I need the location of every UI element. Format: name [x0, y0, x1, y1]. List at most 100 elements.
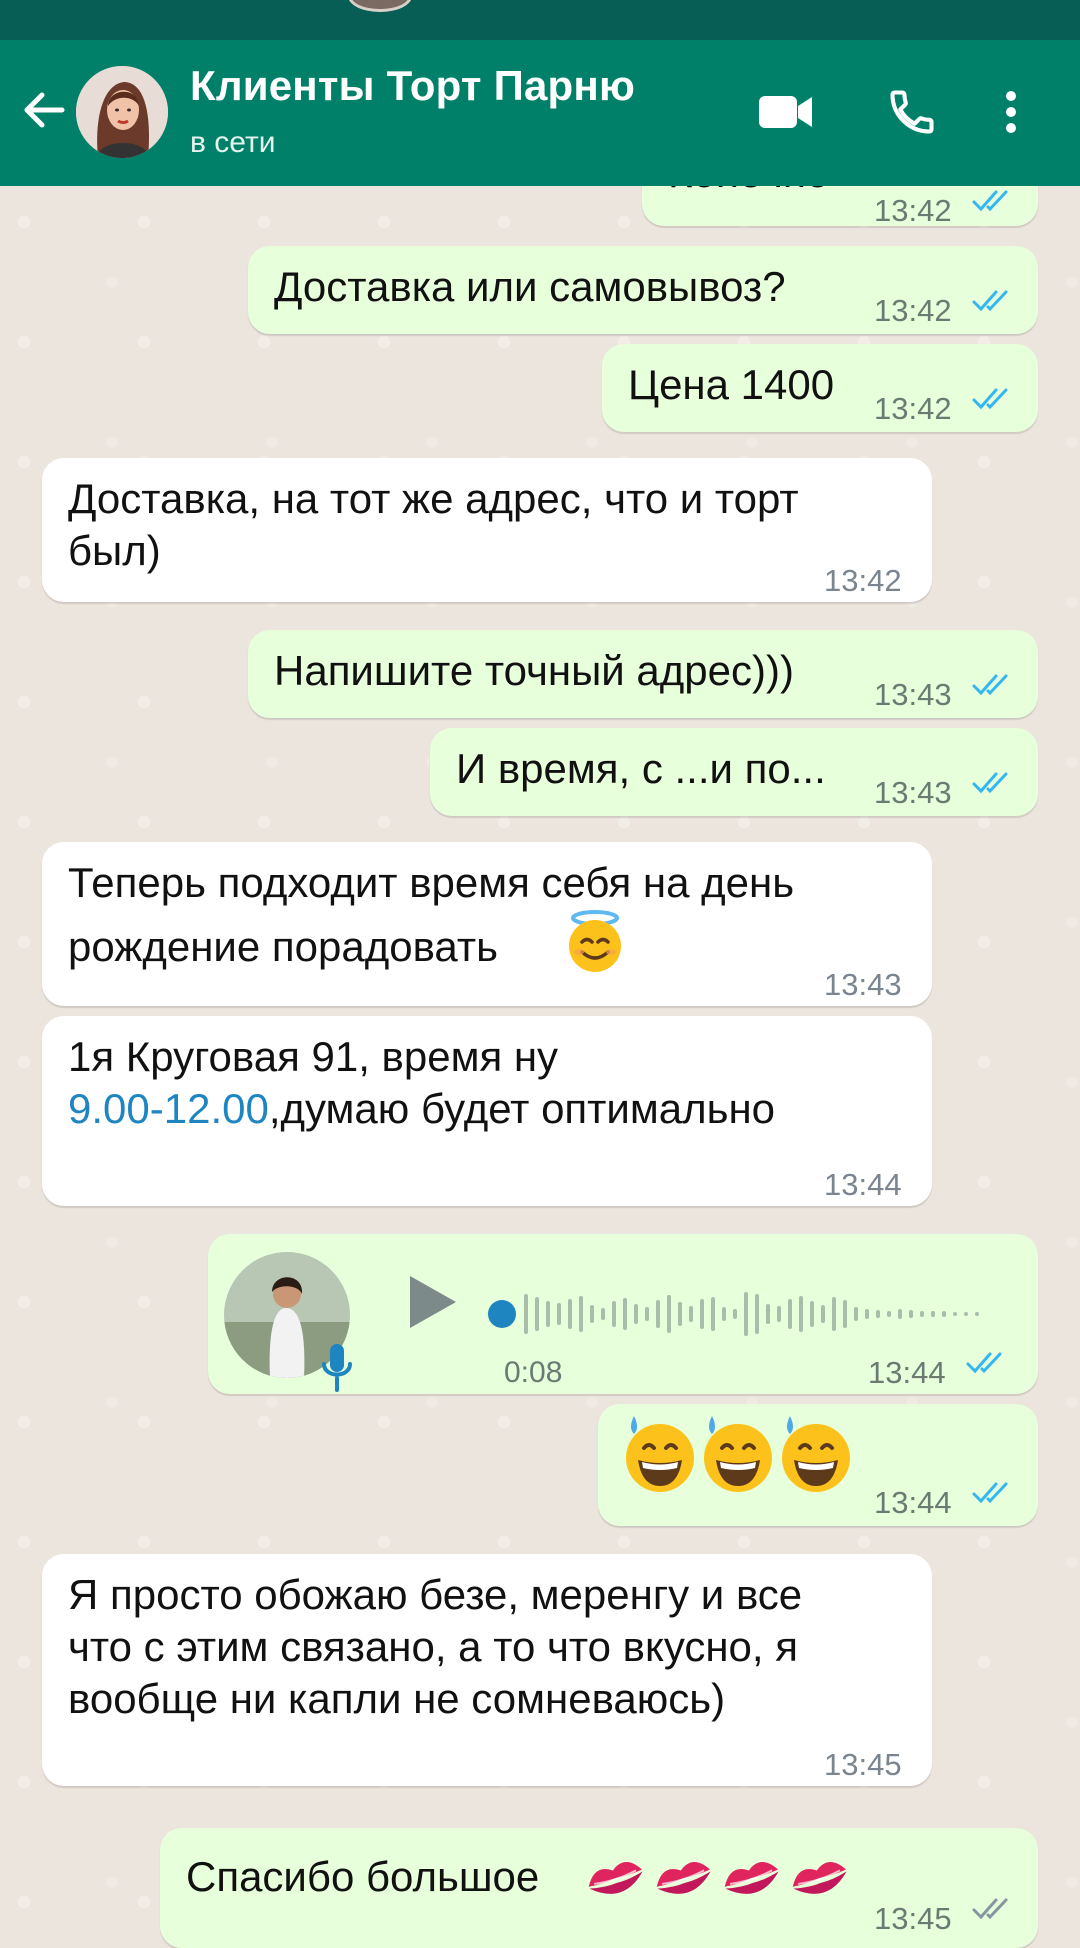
grinning-face-with-sweat-icon [622, 1414, 856, 1507]
more-options-icon[interactable] [986, 76, 1036, 148]
waveform-bar [920, 1311, 924, 1317]
message-text-line: Доставка, на тот же адрес, что и торт [68, 475, 799, 522]
voice-call-icon[interactable] [876, 76, 948, 148]
waveform-bar [689, 1306, 693, 1322]
message-text: Конечно [668, 186, 829, 200]
message-bubble[interactable]: 1я Круговая 91, время ну 9.00-12.00,дума… [42, 1016, 932, 1206]
message-text: Цена 1400 [628, 361, 835, 408]
double-check-icon [972, 290, 1008, 312]
message-text: Доставка или самовывоз? [274, 263, 786, 310]
waveform-bar [546, 1301, 550, 1327]
message-time: 13:43 [874, 775, 952, 810]
waveform-bar [744, 1292, 748, 1336]
waveform-bar [656, 1300, 660, 1328]
contact-status: в сети [190, 126, 276, 159]
grinning-face-with-sweat-icon [626, 1416, 694, 1492]
message-bubble[interactable]: Спасибо большое 13:45 [160, 1828, 1038, 1948]
mic-icon [322, 1344, 352, 1392]
waveform-bar [722, 1307, 726, 1321]
voice-progress-knob [488, 1300, 516, 1328]
message-time: 13:42 [874, 293, 952, 328]
message-text: Напишите точный адрес))) [274, 647, 794, 694]
waveform-bar [931, 1311, 935, 1317]
message-text-line: рождение порадовать [68, 923, 498, 970]
contact-avatar[interactable] [76, 66, 168, 158]
waveform-bar [579, 1296, 583, 1332]
message-bubble[interactable]: Доставка, на тот же адрес, что и торт бы… [42, 458, 932, 602]
waveform-bar [667, 1295, 671, 1333]
message-bubble[interactable]: Я просто обожаю безе, меренгу и все что … [42, 1554, 932, 1786]
message-bubble[interactable]: Напишите точный адрес))) 13:43 [248, 630, 1038, 718]
voice-message-bubble[interactable]: 0:08 13:44 [208, 1234, 1038, 1394]
kiss-mark-icon [584, 1850, 864, 1923]
waveform-bar [975, 1312, 979, 1316]
double-check-icon [972, 388, 1008, 410]
waveform-bar [568, 1299, 572, 1329]
message-bubble[interactable]: Конечно 13:42 [642, 186, 1038, 228]
message-time: 13:43 [874, 677, 952, 712]
voice-duration: 0:08 [504, 1356, 563, 1389]
waveform-bar [898, 1309, 902, 1319]
waveform-bar [524, 1294, 528, 1334]
voice-waveform[interactable] [488, 1286, 1036, 1342]
waveform-bar [623, 1298, 627, 1330]
double-check-icon [972, 190, 1008, 212]
waveform-bar [865, 1309, 869, 1319]
waveform-bar [964, 1312, 968, 1316]
waveform-bar [590, 1305, 594, 1323]
double-check-icon [972, 674, 1008, 696]
kiss-mark-icon [588, 1862, 643, 1894]
message-text: Спасибо большое [186, 1853, 540, 1900]
message-bubble[interactable]: Теперь подходит время себя на день рожде… [42, 842, 932, 1006]
message-time: 13:44 [868, 1355, 946, 1390]
waveform-bar [909, 1310, 913, 1318]
message-bubble[interactable]: И время, с ...и по... 13:43 [430, 728, 1038, 816]
waveform-bar [733, 1309, 737, 1319]
chat-header: Клиенты Торт Парню в сети [0, 40, 1080, 186]
message-time: 13:43 [824, 967, 902, 1002]
time-link[interactable]: 9.00-12.00 [68, 1085, 269, 1132]
message-bubble[interactable]: Цена 1400 13:42 [602, 344, 1038, 432]
waveform-bar [777, 1306, 781, 1322]
waveform-bar [678, 1302, 682, 1326]
kiss-mark-icon [792, 1862, 847, 1894]
waveform-bar [799, 1296, 803, 1332]
double-check-icon [972, 772, 1008, 794]
kiss-mark-icon [724, 1862, 779, 1894]
contact-name[interactable]: Клиенты Торт Парню [190, 62, 635, 110]
message-text-line: что с этим связано, а то что вкусно, я [68, 1623, 798, 1670]
message-time: 13:42 [874, 193, 952, 228]
waveform-bar [821, 1305, 825, 1323]
waveform-bar [601, 1308, 605, 1320]
waveform-bar [788, 1299, 792, 1329]
message-text-line: 1я Круговая 91, время ну [68, 1033, 559, 1080]
chat-area[interactable]: Конечно 13:42 Доставка или самовывоз? 13… [0, 186, 1080, 1948]
waveform-bar [535, 1297, 539, 1331]
waveform-bar [755, 1294, 759, 1334]
message-text-line: был) [68, 527, 161, 574]
double-check-icon [966, 1352, 1002, 1374]
message-time: 13:42 [874, 391, 952, 426]
play-icon[interactable] [406, 1272, 460, 1332]
back-arrow-icon[interactable] [18, 84, 70, 136]
message-text-line: вообще ни капли не сомневаюсь) [68, 1675, 726, 1722]
smiling-face-with-halo-icon [569, 910, 621, 972]
waveform-bar [645, 1307, 649, 1321]
message-text-line: 9.00-12.00,думаю будет оптимально [68, 1082, 775, 1136]
message-bubble[interactable]: Доставка или самовывоз? 13:42 [248, 246, 1038, 334]
waveform-bar [810, 1301, 814, 1327]
waveform-bar [700, 1299, 704, 1329]
waveform-bar [942, 1311, 946, 1317]
status-bar [0, 0, 1080, 40]
waveform-bar [832, 1297, 836, 1331]
status-bar-avatar [348, 0, 412, 12]
waveform-bar [887, 1311, 891, 1317]
waveform-bar [854, 1307, 858, 1321]
video-call-icon[interactable] [750, 76, 822, 148]
message-bubble[interactable]: 13:44 [598, 1404, 1038, 1526]
message-text-line: Теперь подходит время себя на день [68, 859, 795, 906]
waveform-bar [711, 1297, 715, 1331]
message-time: 13:42 [824, 563, 902, 598]
double-check-icon [972, 1898, 1008, 1920]
waveform-bar [557, 1303, 561, 1325]
